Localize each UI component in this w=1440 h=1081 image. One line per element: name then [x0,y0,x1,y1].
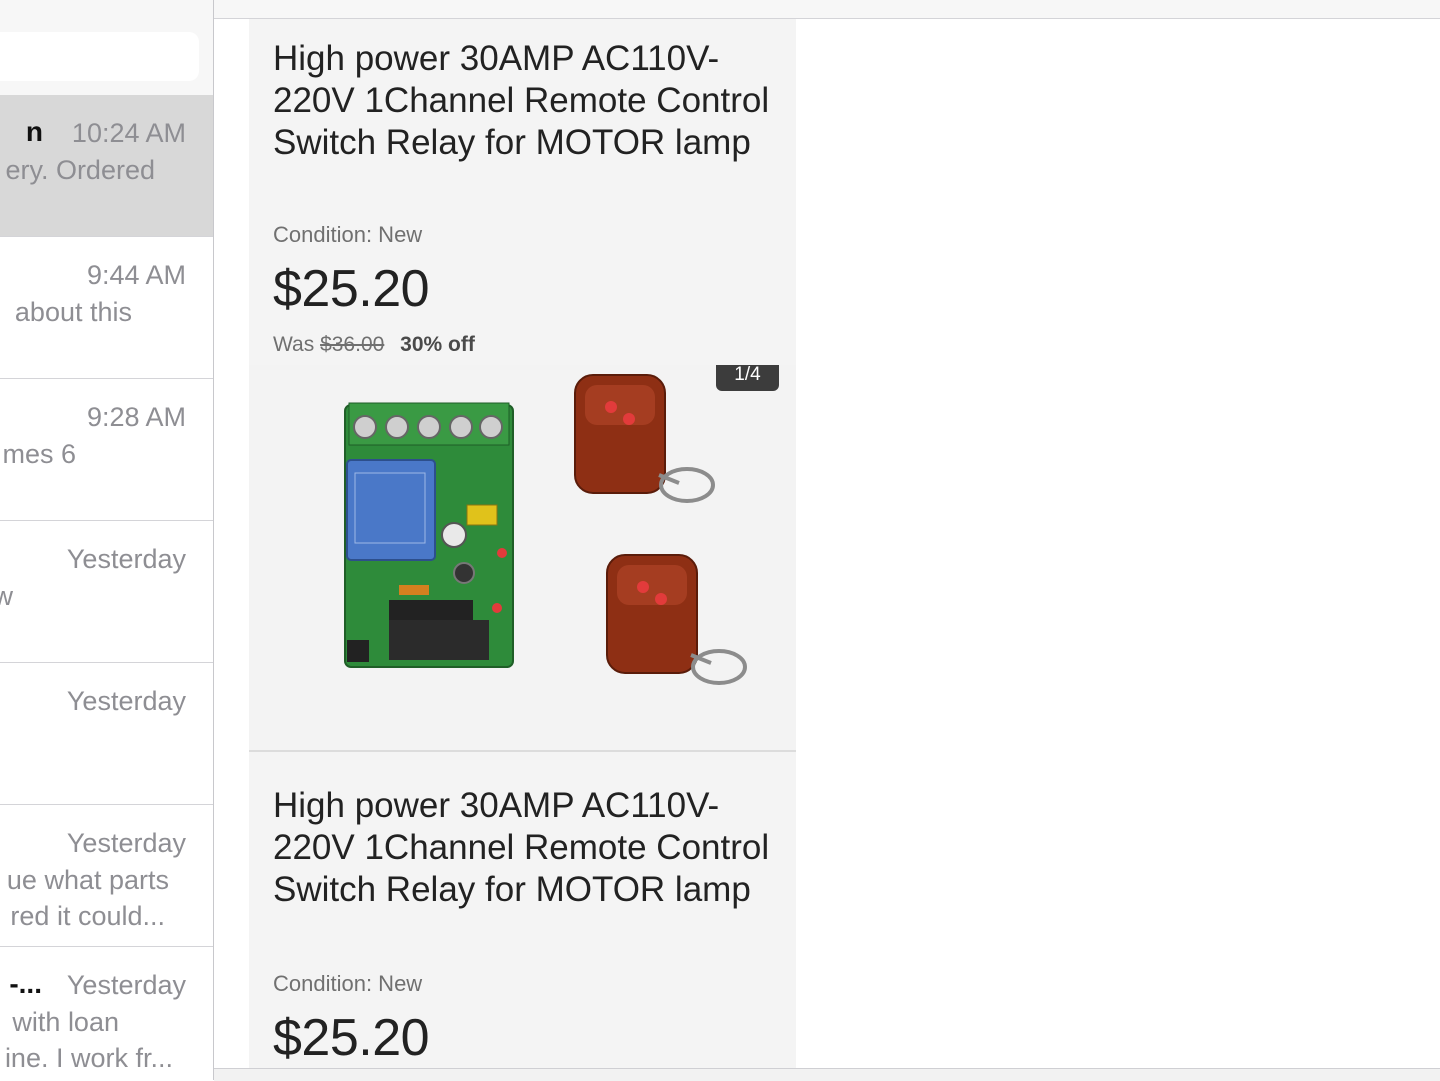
search-input[interactable] [0,32,199,81]
discount-label: 30% off [400,333,475,356]
mail-preview: ue what parts [6,865,169,895]
search-area [0,0,213,95]
message-bottom-bar [214,1068,1440,1081]
listing-card[interactable]: High power 30AMP AC110V-220V 1Channel Re… [249,19,796,365]
mail-sender: -... [9,968,42,999]
mail-preview: mes 6 [2,439,76,469]
mail-preview: ery. Ordered [5,155,155,185]
mail-time: Yesterday [66,828,186,858]
mail-item[interactable]: Yesterday ue what parts red it could... [0,805,213,947]
mail-time: 9:44 AM [86,260,186,290]
listing-price: $25.20 [273,260,430,318]
mail-item[interactable]: 9:28 AM mes 6 [0,379,213,521]
mail-time: 10:24 AM [71,118,186,148]
was-label: Was [273,333,315,356]
mail-preview: red it could... [10,901,165,931]
mail-time: Yesterday [66,544,186,574]
listing-title[interactable]: High power 30AMP AC110V-220V 1Channel Re… [273,38,773,164]
mail-item[interactable]: Yesterday [0,663,213,805]
listing-title[interactable]: High power 30AMP AC110V-220V 1Channel Re… [273,785,773,911]
product-image-gallery[interactable]: 1/4 [249,365,796,752]
mail-item[interactable]: n 10:24 AM ery. Ordered [0,95,213,237]
mail-time: Yesterday [66,970,186,1000]
listing-price: $25.20 [273,1009,430,1067]
mail-sender: n [25,116,43,147]
mail-item[interactable]: -... Yesterday with loan ine. I work fr.… [0,947,213,1080]
mail-preview: about this [14,297,132,327]
listing-condition: Condition: New [273,971,423,996]
mail-preview: with loan [12,1007,119,1037]
relay-board-illustration [344,402,514,668]
was-price: $36.00 [320,333,385,356]
mail-time: Yesterday [66,686,186,716]
mail-preview: ine. I work fr... [4,1043,173,1073]
listing-card[interactable]: High power 30AMP AC110V-220V 1Channel Re… [249,752,796,1068]
listing-was-line: Was $36.00 30% off [273,333,475,357]
mail-item[interactable]: Yesterday w [0,521,213,663]
listing-condition: Condition: New [273,222,423,247]
mail-list-sidebar: n 10:24 AM ery. Ordered 9:44 AM about th… [0,0,214,1080]
message-top-bar [214,0,1440,19]
mail-item[interactable]: 9:44 AM about this [0,237,213,379]
mail-time: 9:28 AM [86,402,186,432]
product-image [344,374,747,685]
mail-preview: w [0,581,13,612]
remote-control-illustration [606,554,747,685]
remote-control-illustration [574,374,715,503]
